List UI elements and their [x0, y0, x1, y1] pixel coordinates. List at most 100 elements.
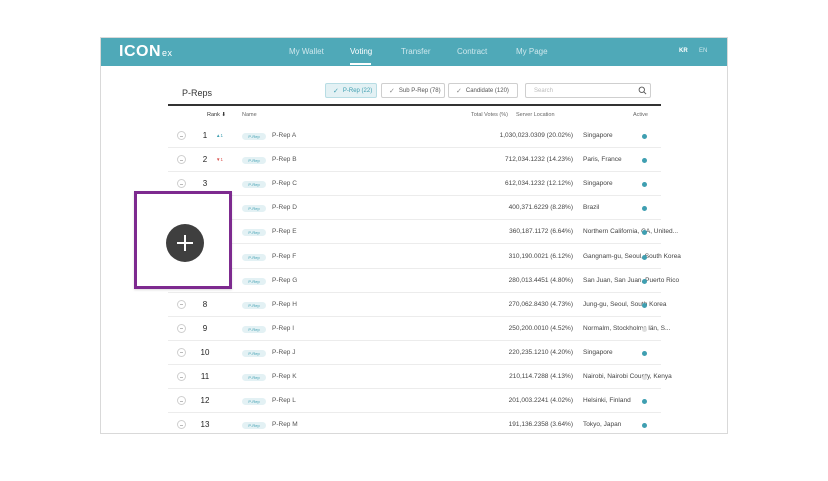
nav-my-wallet[interactable]: My Wallet: [289, 47, 324, 56]
prep-name[interactable]: P-Rep G: [272, 277, 297, 284]
check-icon: ✓: [456, 87, 462, 95]
table-row[interactable]: 5P-RepP-Rep E360,187.1172 (6.64%)Norther…: [168, 220, 678, 245]
rank-value: 12: [200, 396, 210, 406]
rank-value: 9: [202, 323, 208, 333]
search-input[interactable]: Search: [534, 88, 553, 94]
expand-row-icon[interactable]: [177, 372, 186, 381]
server-location: Normalm, Stockholms län, S...: [583, 324, 671, 332]
table-row[interactable]: 13 P-Rep P-Rep M 191,136.2358 (3.64%) Tokyo,…: [168, 413, 661, 433]
search-box[interactable]: Search: [525, 83, 651, 98]
filter-sub-prep-label: Sub P-Rep (78): [398, 87, 441, 94]
expand-row-icon[interactable]: [177, 420, 186, 430]
table-row[interactable]: 7P-RepP-Rep G280,013.4451 (4.80%)San Jua…: [168, 269, 679, 293]
server-location: Tokyo, Japan: [583, 421, 622, 429]
lang-en[interactable]: EN: [699, 48, 707, 54]
check-icon: ✓: [333, 87, 339, 95]
total-votes: 201,003.2241 (4.02%): [508, 397, 573, 405]
total-votes: 280,013.4451 (4.80%): [508, 276, 573, 284]
total-votes: 400,371.6229 (8.28%): [508, 204, 573, 212]
table-row[interactable]: 4P-RepP-Rep D400,371.6229 (8.28%)Brazil: [168, 196, 661, 221]
total-votes: 360,187.1172 (6.64%): [509, 228, 573, 236]
prep-name[interactable]: P-Rep A: [272, 132, 296, 139]
prep-name[interactable]: P-Rep M: [272, 421, 298, 428]
server-location: Gangnam-gu, Seoul, South Korea: [583, 252, 681, 260]
table-row[interactable]: 9 P-Rep P-Rep I 250,200.0010 (4.52%) Normalm…: [168, 317, 670, 341]
check-icon: ✓: [389, 87, 395, 95]
total-votes: 191,136.2358 (3.64%): [508, 421, 573, 429]
prep-badge: P-Rep: [242, 301, 266, 309]
column-server-location: Server Location: [516, 112, 555, 118]
expand-row-icon[interactable]: [177, 155, 186, 165]
column-rank[interactable]: Rank ⬇: [207, 112, 226, 118]
expand-row-icon[interactable]: [177, 347, 186, 357]
rank-value: 11: [200, 372, 210, 381]
icon-ex-logo[interactable]: ICONex: [119, 43, 173, 61]
filter-prep-label: P-Rep (22): [342, 87, 373, 94]
prep-name[interactable]: P-Rep C: [272, 180, 297, 187]
active-status-dot: [642, 375, 647, 380]
expand-row-icon[interactable]: [177, 131, 186, 140]
server-location: Jung-gu, Seoul, South Korea: [583, 300, 667, 308]
prep-name[interactable]: P-Rep F: [272, 253, 296, 260]
prep-name[interactable]: P-Rep J: [272, 349, 295, 356]
prep-name[interactable]: P-Rep E: [272, 228, 297, 235]
expand-row-icon[interactable]: [177, 299, 186, 309]
nav-transfer[interactable]: Transfer: [401, 47, 431, 56]
filter-prep[interactable]: ✓ P-Rep (22): [325, 83, 377, 98]
rank-change: ▲1: [216, 133, 223, 138]
server-location: Helsinki, Finland: [583, 397, 631, 405]
active-nav-underline: [350, 63, 371, 65]
rank-change: ▼1: [216, 157, 223, 163]
column-total-votes: Total Votes (%): [471, 112, 508, 118]
total-votes: 270,062.8430 (4.73%): [508, 300, 573, 308]
prep-badge: P-Rep: [242, 422, 266, 430]
filter-sub-prep[interactable]: ✓ Sub P-Rep (78): [381, 83, 445, 98]
server-location: Singapore: [583, 180, 613, 188]
table-row[interactable]: 2 ▼1 P-Rep P-Rep B 712,034.1232 (14.23%) Pari…: [168, 148, 661, 173]
search-icon[interactable]: [638, 86, 647, 95]
expand-row-icon[interactable]: [177, 179, 186, 189]
lang-kr[interactable]: KR: [679, 48, 688, 54]
active-status-dot: [642, 350, 647, 356]
total-votes: 250,200.0010 (4.52%): [508, 324, 573, 332]
prep-name[interactable]: P-Rep H: [272, 301, 297, 308]
nav-contract[interactable]: Contract: [457, 47, 487, 56]
logo-suffix: ex: [162, 48, 173, 58]
page-title: P-Reps: [182, 88, 213, 98]
total-votes: 612,034.1232 (12.12%): [505, 180, 573, 188]
server-location: San Juan, San Juan, Puerto Rico: [583, 276, 680, 284]
rank-value: 3: [202, 179, 208, 189]
prep-badge: P-Rep: [242, 205, 266, 213]
column-name: Name: [242, 112, 257, 118]
table-row[interactable]: 8 P-Rep P-Rep H 270,062.8430 (4.73%) Jung-gu…: [168, 293, 666, 317]
table-row[interactable]: 11 P-Rep P-Rep K 210,114.7288 (4.13%) Nairob…: [168, 365, 672, 389]
table-row[interactable]: 3 P-Rep P-Rep C 612,034.1232 (12.12%) Singap…: [168, 172, 661, 197]
rank-value: 10: [200, 347, 210, 357]
prep-name[interactable]: P-Rep B: [272, 156, 297, 163]
server-location: Singapore: [583, 348, 613, 356]
prep-name[interactable]: P-Rep I: [272, 325, 294, 332]
server-location: Northern California, CA, United...: [583, 228, 679, 236]
table-row[interactable]: 1 ▲1 P-Rep P-Rep A 1,030,023.0309 (20.02%) Si…: [168, 124, 661, 148]
filter-candidate-label: Candidate (120): [465, 87, 509, 94]
table-row[interactable]: 6P-RepP-Rep F310,190.0021 (6.12%)Gangnam…: [168, 245, 681, 269]
prep-badge: P-Rep: [242, 277, 266, 285]
filter-candidate[interactable]: ✓ Candidate (120): [448, 83, 518, 98]
active-status-dot: [642, 278, 647, 284]
prep-name[interactable]: P-Rep K: [272, 373, 297, 380]
prep-name[interactable]: P-Rep D: [272, 204, 297, 211]
active-status-dot: [642, 326, 647, 332]
plus-icon[interactable]: [166, 224, 204, 262]
table-header-rule: [168, 104, 661, 106]
nav-voting[interactable]: Voting: [350, 47, 372, 56]
table-row[interactable]: 12 P-Rep P-Rep L 201,003.2241 (4.02%) Helsin…: [168, 389, 661, 414]
expand-row-icon[interactable]: [177, 396, 186, 406]
expand-row-icon[interactable]: [177, 323, 186, 333]
logo-text: ICON: [119, 43, 161, 60]
server-location: Brazil: [583, 204, 600, 212]
prep-name[interactable]: P-Rep L: [272, 397, 296, 404]
prep-badge: P-Rep: [242, 253, 266, 261]
nav-my-page[interactable]: My Page: [516, 47, 548, 56]
table-row[interactable]: 10 P-Rep P-Rep J 220,235.1210 (4.20%) Singap…: [168, 341, 661, 365]
top-navbar: ICONex My Wallet Voting Transfer Contrac…: [101, 38, 727, 66]
